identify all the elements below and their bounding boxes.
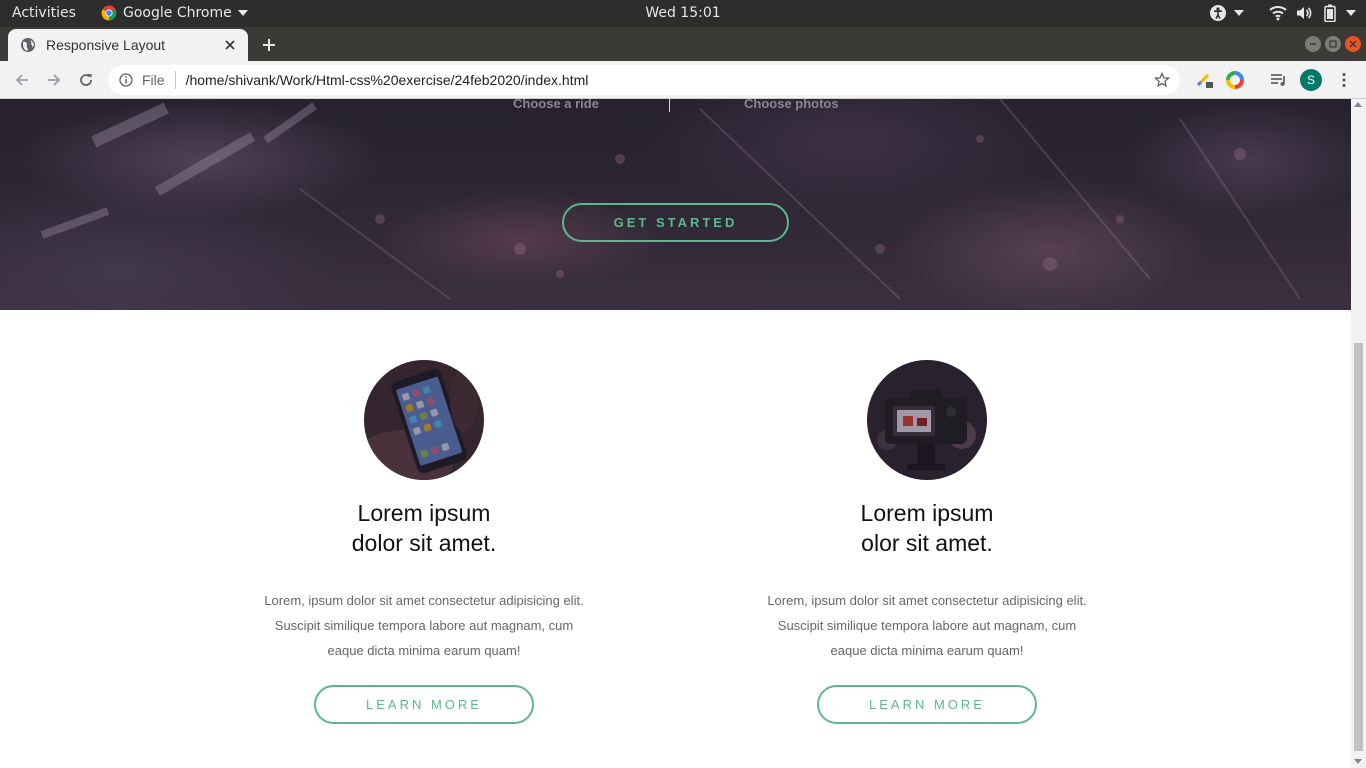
- page-scrollbar[interactable]: [1351, 99, 1366, 768]
- chevron-down-icon[interactable]: [1346, 10, 1356, 16]
- globe-icon: [21, 38, 35, 52]
- page-viewport: Choose a ride Choose photos GET STARTED: [0, 99, 1351, 768]
- feature-description: Lorem, ipsum dolor sit amet consectetur …: [767, 593, 1087, 658]
- color-wheel-extension-icon[interactable]: [1224, 69, 1246, 91]
- close-icon: [1349, 40, 1357, 48]
- pen-extension-icon[interactable]: [1194, 69, 1216, 91]
- battery-icon[interactable]: [1320, 3, 1340, 23]
- feature-image-camera: [867, 360, 987, 480]
- app-menu-label: Google Chrome: [123, 5, 232, 21]
- plus-icon: [263, 39, 275, 51]
- browser-tab[interactable]: Responsive Layout: [8, 29, 248, 61]
- profile-avatar[interactable]: S: [1300, 69, 1322, 91]
- info-icon[interactable]: [118, 72, 134, 88]
- feature-description: Lorem, ipsum dolor sit amet consectetur …: [264, 593, 584, 658]
- activities-button[interactable]: Activities: [12, 5, 76, 21]
- bookmark-star-icon[interactable]: [1152, 70, 1172, 90]
- tab-title: Responsive Layout: [46, 37, 166, 53]
- accessibility-icon[interactable]: [1208, 3, 1228, 23]
- reload-icon: [80, 74, 92, 86]
- scroll-down-icon[interactable]: [1354, 759, 1362, 764]
- wifi-icon[interactable]: [1268, 3, 1288, 23]
- choose-ride-tab[interactable]: Choose a ride: [513, 99, 599, 111]
- system-top-bar: Activities Google Chrome Wed 15:01: [0, 0, 1366, 27]
- media-queue-icon[interactable]: [1268, 69, 1290, 91]
- system-tray[interactable]: [1208, 3, 1356, 23]
- learn-more-button[interactable]: LEARN MORE: [817, 685, 1037, 724]
- choose-photos-tab[interactable]: Choose photos: [744, 99, 839, 111]
- back-button[interactable]: [11, 69, 33, 91]
- chrome-logo-icon: [101, 5, 117, 21]
- new-tab-button[interactable]: [258, 34, 280, 56]
- close-window-button[interactable]: [1345, 36, 1361, 52]
- hero-section: Choose a ride Choose photos GET STARTED: [0, 99, 1351, 310]
- url-scheme-label: File: [142, 72, 165, 88]
- app-menu[interactable]: Google Chrome: [101, 5, 248, 21]
- minimize-icon: [1310, 43, 1316, 45]
- kebab-menu-icon[interactable]: [1333, 69, 1355, 91]
- learn-more-button[interactable]: LEARN MORE: [314, 685, 534, 724]
- scroll-up-icon[interactable]: [1354, 102, 1362, 107]
- address-bar[interactable]: File /home/shivank/Work/Html-css%20exerc…: [108, 65, 1180, 95]
- reload-button[interactable]: [75, 69, 97, 91]
- close-icon[interactable]: [222, 37, 238, 53]
- feature-title-line2: olor sit amet.: [861, 530, 993, 556]
- scrollbar-thumb[interactable]: [1354, 343, 1363, 751]
- features-section: Lorem ipsum dolor sit amet. Lorem, ipsum…: [0, 310, 1351, 768]
- volume-icon[interactable]: [1294, 3, 1314, 23]
- arrow-right-icon: [48, 74, 61, 86]
- feature-image-phone: [364, 360, 484, 480]
- minimize-button[interactable]: [1305, 36, 1321, 52]
- forward-button[interactable]: [43, 69, 65, 91]
- chevron-down-icon: [237, 10, 248, 16]
- maximize-icon: [1329, 40, 1337, 48]
- tab-divider: [669, 99, 670, 112]
- maximize-button[interactable]: [1325, 36, 1341, 52]
- browser-toolbar: File /home/shivank/Work/Html-css%20exerc…: [0, 61, 1366, 99]
- get-started-button[interactable]: GET STARTED: [562, 203, 789, 242]
- feature-title-line1: Lorem ipsum: [357, 500, 491, 526]
- feature-title: Lorem ipsum olor sit amet.: [767, 498, 1087, 558]
- arrow-left-icon: [15, 74, 28, 86]
- feature-title-line2: dolor sit amet.: [351, 530, 497, 556]
- hero-choice-tabs: Choose a ride Choose photos: [0, 99, 1351, 116]
- chevron-down-icon[interactable]: [1234, 10, 1244, 16]
- address-separator: [174, 71, 176, 89]
- url-text[interactable]: /home/shivank/Work/Html-css%20exercise/2…: [186, 72, 1152, 88]
- feature-title: Lorem ipsum dolor sit amet.: [264, 498, 584, 558]
- feature-title-line1: Lorem ipsum: [860, 500, 994, 526]
- clock[interactable]: Wed 15:01: [645, 5, 720, 21]
- tab-strip: Responsive Layout: [0, 27, 1366, 61]
